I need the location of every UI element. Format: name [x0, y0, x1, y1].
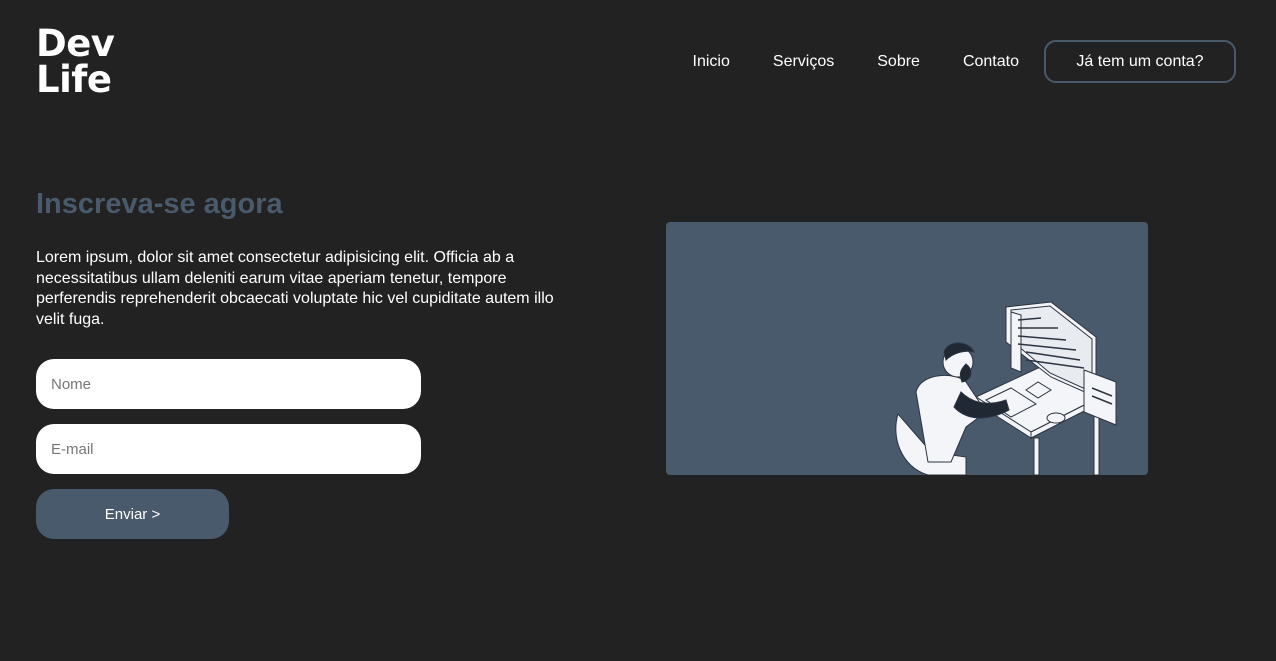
- brand-logo[interactable]: Dev Life: [36, 22, 115, 101]
- nav-item-inicio[interactable]: Inicio: [693, 53, 730, 71]
- brand-line-2: Life: [36, 58, 112, 101]
- nav-item-servicos[interactable]: Serviços: [773, 53, 834, 71]
- name-field[interactable]: [36, 359, 421, 409]
- login-button[interactable]: Já tem um conta?: [1044, 40, 1236, 83]
- main-nav: Inicio Serviços Sobre Contato Já tem um …: [693, 40, 1236, 83]
- nav-item-contato[interactable]: Contato: [963, 53, 1019, 71]
- email-field[interactable]: [36, 424, 421, 474]
- developer-at-computer-illustration-icon: [895, 301, 1117, 475]
- page-title: Inscreva-se agora: [36, 188, 283, 220]
- hero-illustration: [666, 222, 1148, 475]
- brand-line-1: Dev: [36, 22, 115, 65]
- submit-button[interactable]: Enviar >: [36, 489, 229, 539]
- nav-item-sobre[interactable]: Sobre: [877, 53, 920, 71]
- hero-description: Lorem ipsum, dolor sit amet consectetur …: [36, 249, 554, 328]
